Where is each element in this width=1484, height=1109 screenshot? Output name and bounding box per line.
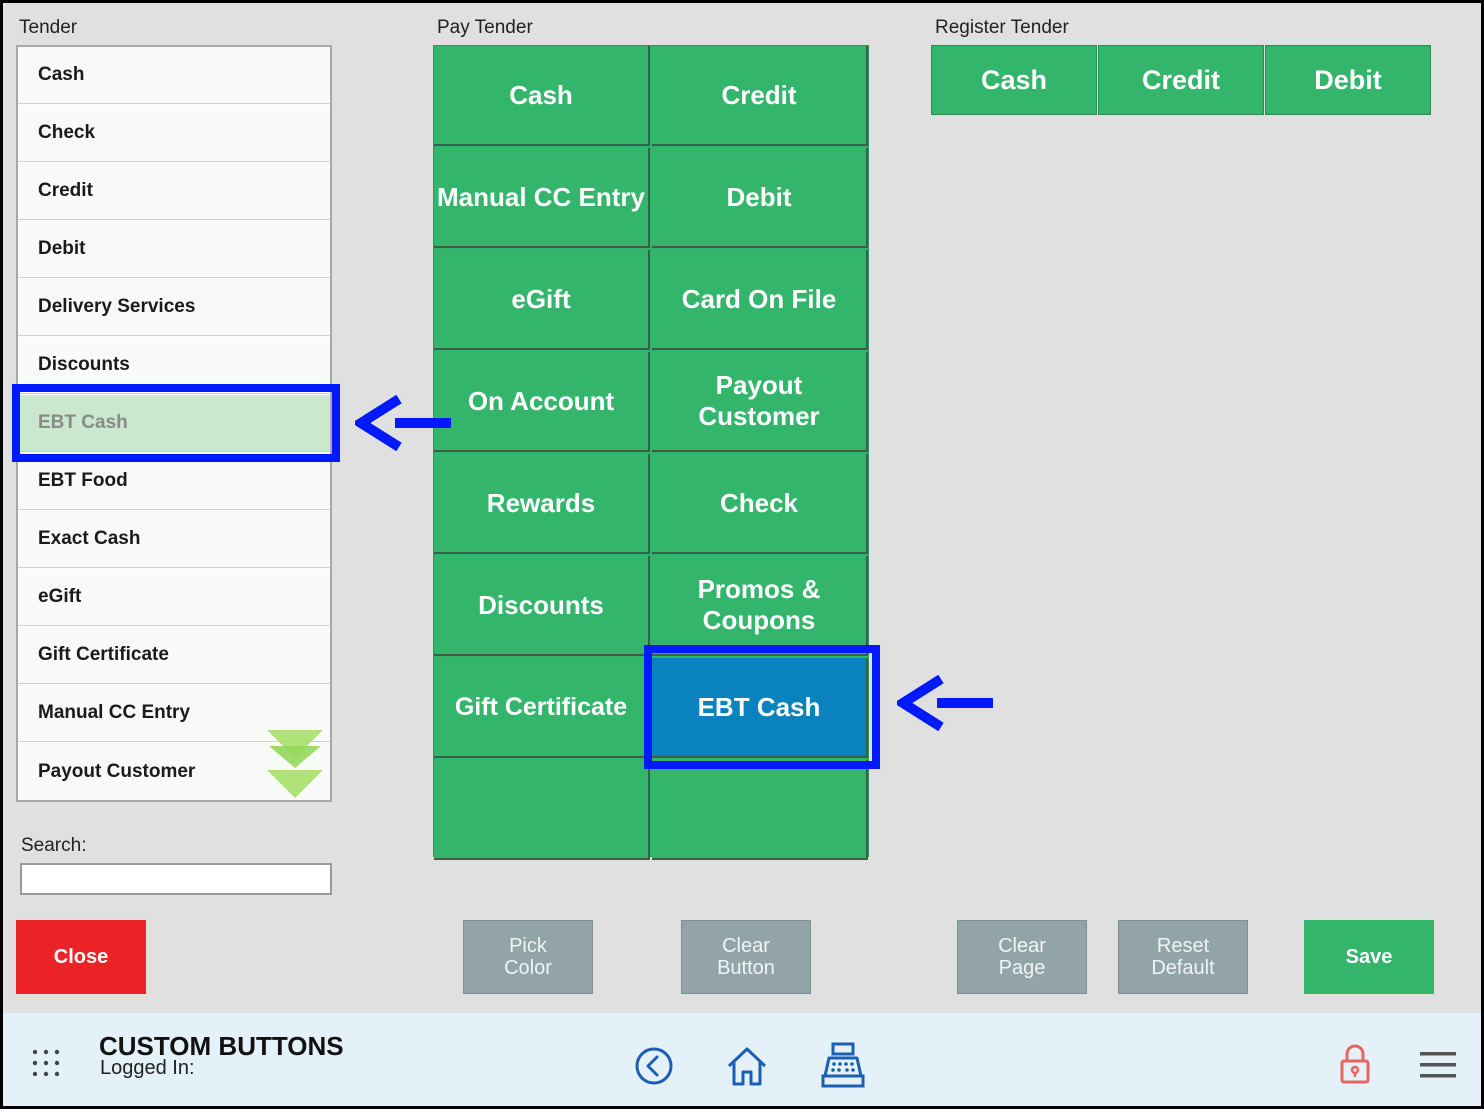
tender-item-check[interactable]: Check (18, 105, 330, 162)
cash-register-icon[interactable] (821, 1042, 865, 1088)
menu-icon[interactable] (1420, 1051, 1456, 1079)
tender-item-discounts[interactable]: Discounts (18, 337, 330, 394)
logged-in-label: Logged In: (100, 1057, 195, 1079)
tender-item-exact-cash[interactable]: Exact Cash (18, 511, 330, 568)
tender-item-label: EBT Food (38, 470, 128, 491)
search-input[interactable] (20, 863, 332, 895)
scroll-down-icon[interactable] (267, 730, 323, 800)
home-icon[interactable] (725, 1044, 769, 1088)
tender-item-delivery-services[interactable]: Delivery Services (18, 279, 330, 336)
pay-tender-credit[interactable]: Credit (652, 46, 868, 146)
app-grid-icon[interactable] (31, 1048, 61, 1078)
lock-icon[interactable] (1339, 1043, 1371, 1085)
tender-item-ebt-food[interactable]: EBT Food (18, 453, 330, 510)
pay-tender-cash[interactable]: Cash (434, 46, 650, 146)
clear-page-label: Clear Page (998, 935, 1046, 979)
tender-item-egift[interactable]: eGift (18, 569, 330, 626)
pay-tender-manual-cc-entry[interactable]: Manual CC Entry (434, 148, 650, 248)
reset-default-label: Reset Default (1151, 935, 1215, 979)
annotation-arrow-icon (355, 395, 451, 451)
tender-item-label: Debit (38, 238, 86, 259)
reset-default-button[interactable]: Reset Default (1118, 920, 1248, 994)
footer-bar: CUSTOM BUTTONS Logged In: (3, 1013, 1481, 1106)
save-button[interactable]: Save (1304, 920, 1434, 994)
pay-tender-egift[interactable]: eGift (434, 250, 650, 350)
pay-tender-ebt-cash[interactable]: EBT Cash (652, 658, 868, 758)
pick-color-button[interactable]: Pick Color (463, 920, 593, 994)
pay-tender-promos-coupons[interactable]: Promos & Coupons (652, 556, 868, 656)
clear-button-button[interactable]: Clear Button (681, 920, 811, 994)
tender-item-label: Delivery Services (38, 296, 196, 317)
tender-item-label: Discounts (38, 354, 130, 375)
pay-tender-check[interactable]: Check (652, 454, 868, 554)
clear-button-label: Clear Button (717, 935, 775, 979)
pay-tender-grid: Cash Credit Manual CC Entry Debit eGift … (433, 45, 869, 860)
tender-item-credit[interactable]: Credit (18, 163, 330, 220)
tender-item-debit[interactable]: Debit (18, 221, 330, 278)
close-button[interactable]: Close (16, 920, 146, 994)
tender-item-label: Credit (38, 180, 93, 201)
screen: Tender Pay Tender Register Tender Cash C… (3, 3, 1481, 1106)
tender-item-label: Check (38, 122, 96, 143)
tender-item-cash[interactable]: Cash (18, 47, 330, 104)
pay-tender-debit[interactable]: Debit (652, 148, 868, 248)
tender-item-ebt-cash[interactable]: EBT Cash (18, 395, 330, 452)
pick-color-label: Pick Color (504, 935, 552, 979)
tender-item-label: Gift Certificate (38, 644, 169, 665)
clear-page-button[interactable]: Clear Page (957, 920, 1087, 994)
pay-tender-section-label: Pay Tender (437, 17, 533, 38)
tender-section-label: Tender (19, 17, 78, 38)
search-label: Search: (21, 835, 87, 856)
tender-item-label: Cash (38, 64, 85, 85)
register-tender-cash[interactable]: Cash (931, 45, 1097, 115)
register-tender-credit[interactable]: Credit (1098, 45, 1264, 115)
pay-tender-gift-certificate[interactable]: Gift Certificate (434, 658, 650, 758)
tender-item-label: Exact Cash (38, 528, 141, 549)
tender-item-label: EBT Cash (38, 412, 128, 433)
tender-item-label: Manual CC Entry (38, 702, 191, 723)
tender-list[interactable]: Cash Check Credit Debit Delivery Service… (16, 45, 332, 802)
back-icon[interactable] (634, 1046, 674, 1086)
tender-item-label: eGift (38, 586, 82, 607)
pay-tender-payout-customer[interactable]: Payout Customer (652, 352, 868, 452)
pay-tender-rewards[interactable]: Rewards (434, 454, 650, 554)
tender-item-gift-certificate[interactable]: Gift Certificate (18, 627, 330, 684)
pay-tender-empty-slot[interactable] (652, 760, 868, 860)
register-tender-debit[interactable]: Debit (1265, 45, 1431, 115)
pay-tender-card-on-file[interactable]: Card On File (652, 250, 868, 350)
pay-tender-discounts[interactable]: Discounts (434, 556, 650, 656)
pay-tender-on-account[interactable]: On Account (434, 352, 650, 452)
annotation-arrow-icon (897, 675, 993, 731)
register-tender-section-label: Register Tender (935, 17, 1069, 38)
register-tender-row: Cash Credit Debit (931, 45, 1433, 115)
pay-tender-empty-slot[interactable] (434, 760, 650, 860)
tender-item-label: Payout Customer (38, 760, 196, 782)
